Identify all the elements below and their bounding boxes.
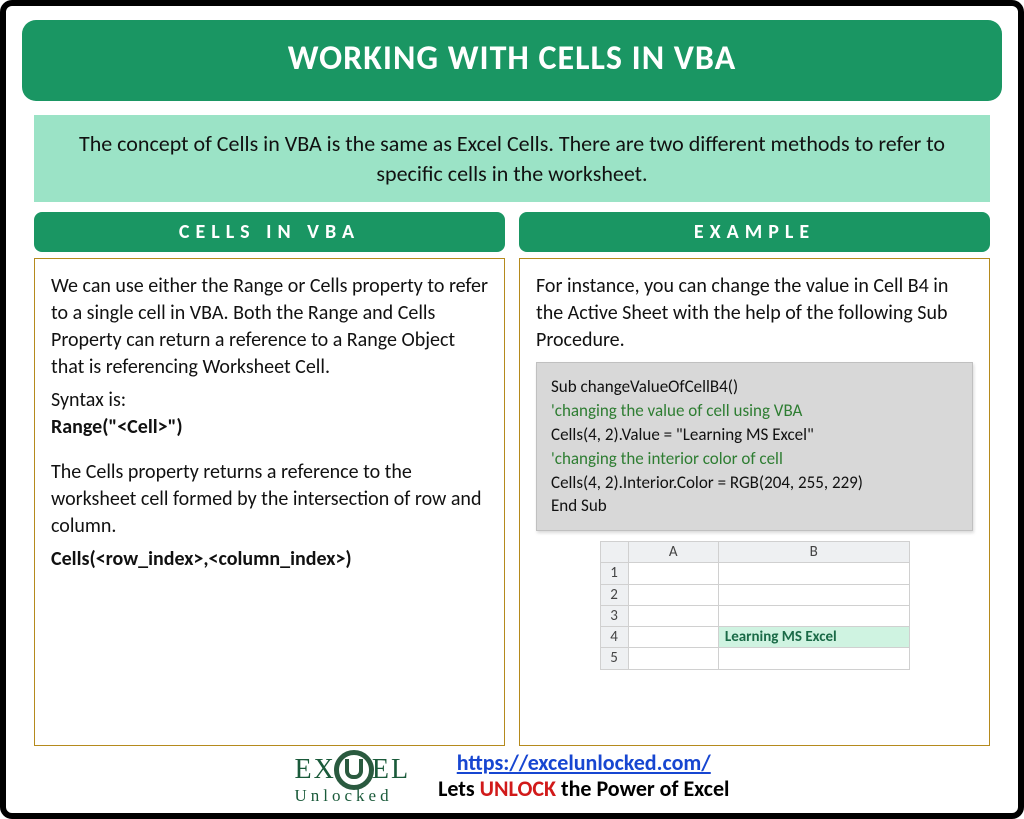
- intro-text: The concept of Cells in VBA is the same …: [34, 115, 990, 202]
- corner-cell: [600, 542, 628, 563]
- cell-b4-value: Learning MS Excel: [718, 627, 909, 648]
- code-line: Cells(4, 2).Value = "Learning MS Excel": [551, 423, 958, 447]
- code-line: Cells(4, 2).Interior.Color = RGB(204, 25…: [551, 471, 958, 495]
- site-link[interactable]: https://excelunlocked.com/: [457, 749, 711, 776]
- col-header-a: A: [628, 542, 718, 563]
- tagline-highlight: UNLOCK: [480, 775, 556, 802]
- code-line: End Sub: [551, 494, 958, 518]
- logo-text-left: EX: [295, 757, 336, 782]
- row-header: 5: [600, 648, 628, 669]
- logo-subtext: Unlocked: [295, 788, 411, 803]
- vba-code-block: Sub changeValueOfCellB4() 'changing the …: [536, 362, 973, 531]
- brand-logo: EX EL Unlocked: [295, 750, 411, 803]
- tagline-pre: Lets: [438, 775, 480, 802]
- left-column-body: We can use either the Range or Cells pro…: [34, 258, 505, 745]
- right-column-heading: EXAMPLE: [519, 212, 990, 252]
- cells-syntax: Cells(<row_index>,<column_index>): [51, 546, 488, 573]
- right-column: EXAMPLE For instance, you can change the…: [519, 212, 990, 745]
- left-paragraph-1: We can use either the Range or Cells pro…: [51, 273, 488, 381]
- footer-text: https://excelunlocked.com/ Lets UNLOCK t…: [438, 750, 729, 803]
- left-column: CELLS IN VBA We can use either the Range…: [34, 212, 505, 745]
- row-header: 1: [600, 563, 628, 584]
- page-title: WORKING WITH CELLS IN VBA: [22, 20, 1002, 101]
- code-comment: 'changing the value of cell using VBA: [551, 399, 958, 423]
- syntax-label: Syntax is:: [51, 387, 488, 414]
- code-comment: 'changing the interior color of cell: [551, 447, 958, 471]
- footer: EX EL Unlocked https://excelunlocked.com…: [22, 750, 1002, 805]
- logo-text-right: EL: [372, 757, 410, 782]
- code-line: Sub changeValueOfCellB4(): [551, 375, 958, 399]
- left-paragraph-2: The Cells property returns a reference t…: [51, 459, 488, 540]
- tagline-post: the Power of Excel: [556, 775, 729, 802]
- excel-preview: A B 1 2 3 4 Learning MS Excel 5: [600, 541, 910, 670]
- row-header: 2: [600, 584, 628, 605]
- right-column-body: For instance, you can change the value i…: [519, 258, 990, 745]
- col-header-b: B: [718, 542, 909, 563]
- lock-icon: [334, 750, 374, 790]
- row-header: 3: [600, 605, 628, 626]
- range-syntax: Range("<Cell>"): [51, 414, 488, 441]
- row-header: 4: [600, 627, 628, 648]
- content-columns: CELLS IN VBA We can use either the Range…: [22, 212, 1002, 745]
- right-paragraph-1: For instance, you can change the value i…: [536, 273, 973, 354]
- left-column-heading: CELLS IN VBA: [34, 212, 505, 252]
- document-card: WORKING WITH CELLS IN VBA The concept of…: [0, 0, 1024, 819]
